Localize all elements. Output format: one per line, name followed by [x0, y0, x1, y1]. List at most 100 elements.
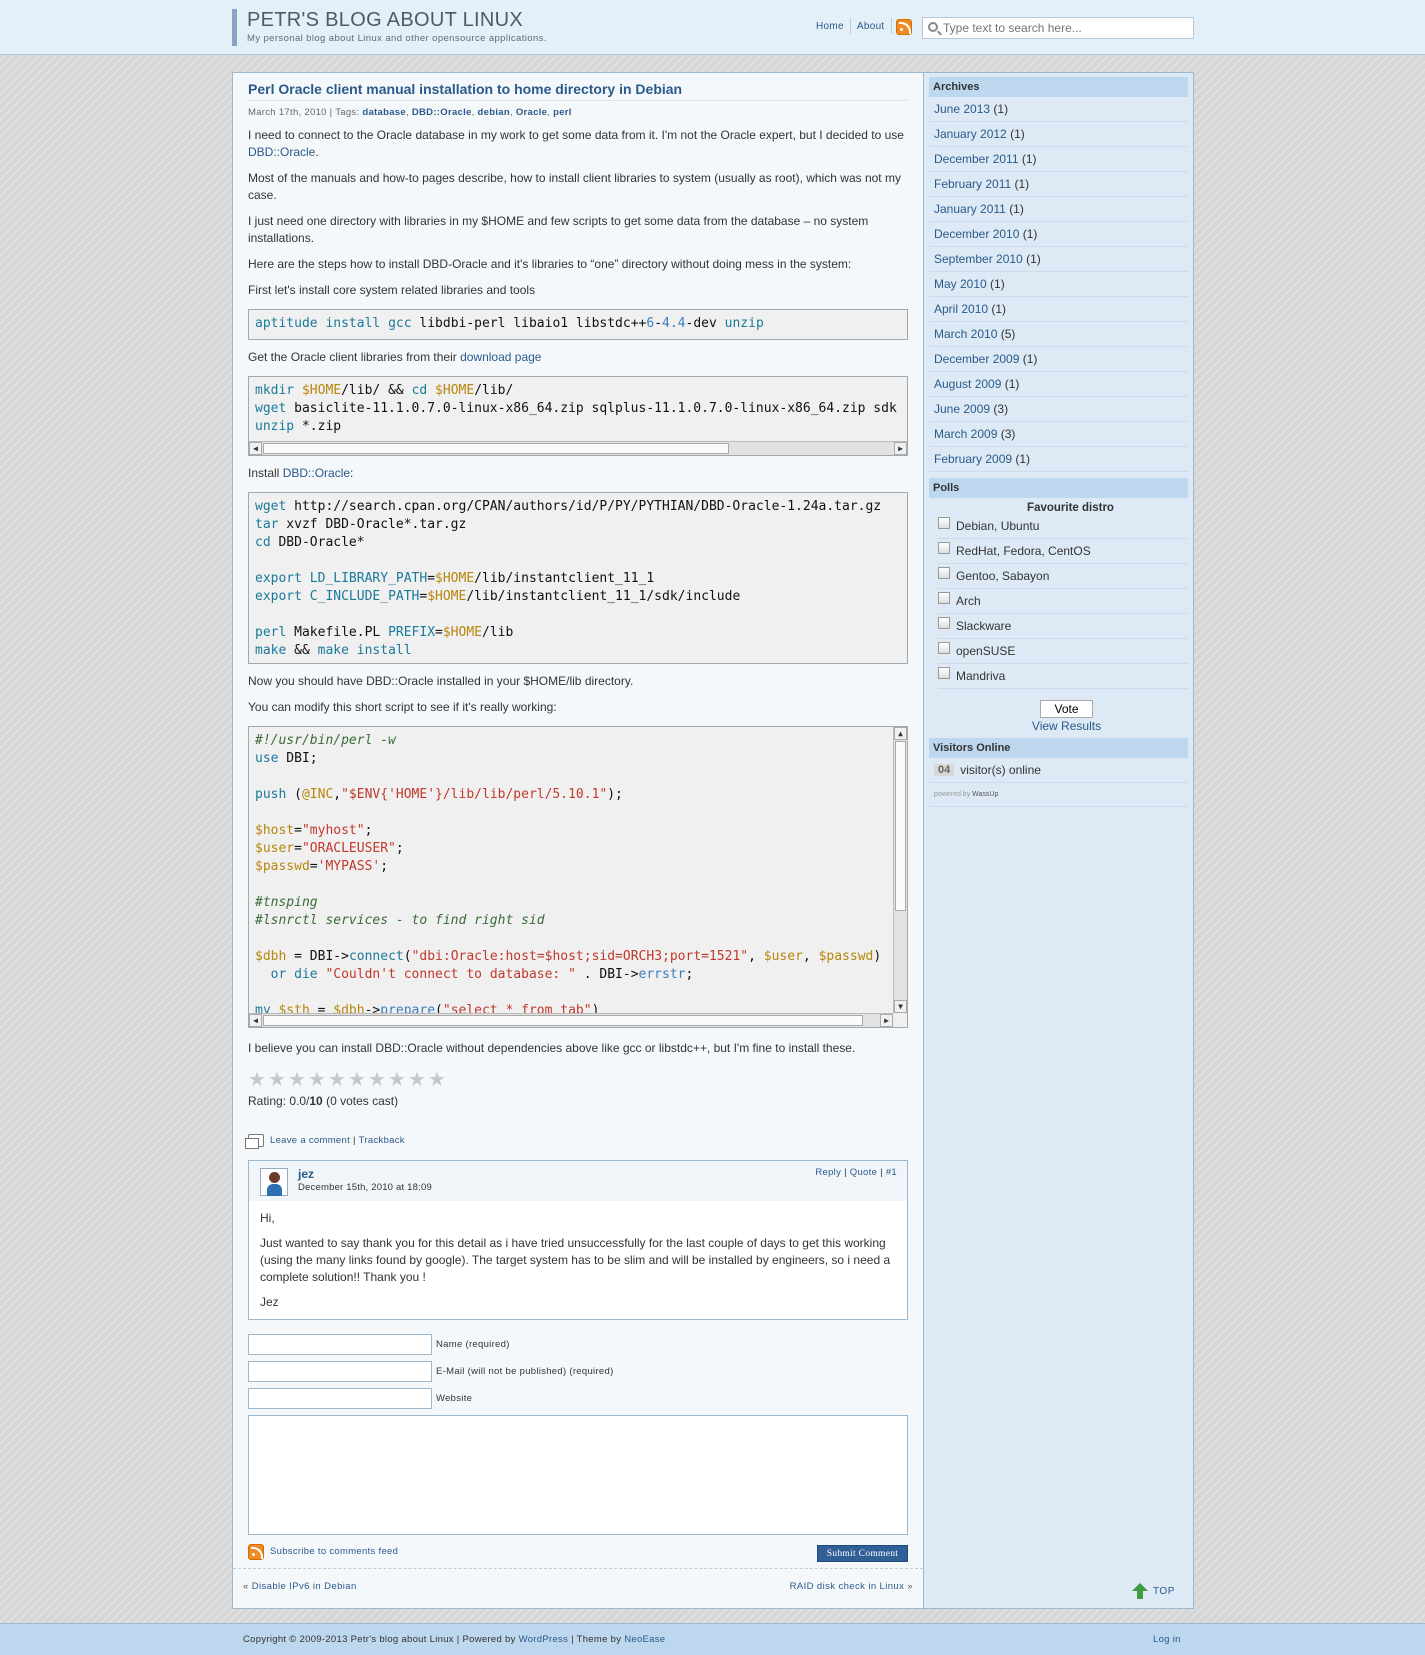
name-input[interactable]: [248, 1334, 432, 1355]
dbd-oracle-link[interactable]: DBD::Oracle: [248, 145, 315, 159]
dbd-oracle-link[interactable]: DBD::Oracle: [283, 466, 350, 480]
archive-link[interactable]: March 2010: [934, 327, 997, 341]
paragraph: Get the Oracle client libraries from the…: [248, 349, 908, 366]
neoease-link[interactable]: NeoEase: [624, 1634, 665, 1645]
top-link[interactable]: TOP: [1153, 1586, 1175, 1597]
archive-link[interactable]: December 2011: [934, 152, 1019, 166]
star-icon[interactable]: ★: [268, 1070, 288, 1090]
trackback-link[interactable]: Trackback: [359, 1135, 405, 1146]
submit-comment-button[interactable]: Submit Comment: [817, 1545, 908, 1562]
reply-link[interactable]: Reply: [815, 1167, 841, 1178]
leave-comment-link[interactable]: Leave a comment: [270, 1135, 350, 1146]
comment-textarea[interactable]: [248, 1415, 908, 1535]
paragraph-text: I need to connect to the Oracle database…: [248, 128, 904, 142]
tag-link[interactable]: perl: [553, 107, 572, 118]
poll-checkbox[interactable]: [938, 517, 950, 529]
archive-link[interactable]: February 2009: [934, 452, 1012, 466]
horizontal-scrollbar[interactable]: ◀ ▶: [249, 1013, 893, 1027]
poll-checkbox[interactable]: [938, 542, 950, 554]
powered-by: powered by WassUp: [929, 783, 1188, 807]
archive-link[interactable]: February 2011: [934, 177, 1011, 191]
tag-link[interactable]: DBD::Oracle: [412, 107, 472, 118]
archive-link[interactable]: May 2010: [934, 277, 987, 291]
scrollbar-thumb[interactable]: [263, 443, 729, 454]
next-post-link[interactable]: RAID disk check in Linux: [790, 1581, 905, 1592]
poll-checkbox[interactable]: [938, 667, 950, 679]
paragraph: First let's install core system related …: [248, 283, 536, 297]
star-icon[interactable]: ★: [328, 1070, 348, 1090]
star-icon[interactable]: ★: [288, 1070, 308, 1090]
archive-item: June 2009 (3): [929, 397, 1188, 422]
star-icon[interactable]: ★: [308, 1070, 328, 1090]
tag-link[interactable]: Oracle: [516, 107, 547, 118]
back-to-top[interactable]: TOP: [1132, 1583, 1175, 1599]
poll-checkbox[interactable]: [938, 567, 950, 579]
scroll-right-icon[interactable]: ▶: [894, 442, 907, 455]
nav-about[interactable]: About: [851, 21, 891, 32]
comment-author[interactable]: jez: [298, 1167, 314, 1181]
tag-link[interactable]: database: [362, 107, 406, 118]
download-page-link[interactable]: download page: [460, 350, 541, 364]
poll-option-label: openSUSE: [956, 644, 1016, 658]
star-icon[interactable]: ★: [408, 1070, 428, 1090]
star-icon[interactable]: ★: [368, 1070, 388, 1090]
arrow-up-icon[interactable]: [1132, 1583, 1148, 1599]
poll-option[interactable]: Mandriva: [938, 664, 1188, 689]
archive-link[interactable]: June 2013: [934, 102, 990, 116]
poll-option[interactable]: Slackware: [938, 614, 1188, 639]
star-icon[interactable]: ★: [348, 1070, 368, 1090]
comment-permalink[interactable]: #1: [886, 1167, 897, 1178]
archive-link[interactable]: December 2010: [934, 227, 1019, 241]
quote-link[interactable]: Quote: [850, 1167, 877, 1178]
tag-link[interactable]: debian: [478, 107, 510, 118]
scrollbar-thumb[interactable]: [263, 1015, 863, 1026]
scrollbar-thumb[interactable]: [895, 741, 906, 911]
search-input[interactable]: [943, 20, 1188, 36]
poll-option[interactable]: Arch: [938, 589, 1188, 614]
poll-checkbox[interactable]: [938, 592, 950, 604]
horizontal-scrollbar[interactable]: ◀ ▶: [249, 441, 907, 455]
wordpress-link[interactable]: WordPress: [519, 1634, 569, 1645]
archive-link[interactable]: January 2012: [934, 127, 1007, 141]
archive-link[interactable]: December 2009: [934, 352, 1019, 366]
email-input[interactable]: [248, 1361, 432, 1382]
scroll-left-icon[interactable]: ◀: [249, 442, 262, 455]
login-link[interactable]: Log in: [1153, 1634, 1181, 1645]
subscribe-comments-link[interactable]: Subscribe to comments feed: [270, 1546, 398, 1557]
website-input[interactable]: [248, 1388, 432, 1409]
star-icon[interactable]: ★: [388, 1070, 408, 1090]
scroll-right-icon[interactable]: ▶: [880, 1014, 893, 1027]
star-rating[interactable]: ★ ★ ★ ★ ★ ★ ★ ★ ★ ★: [248, 1070, 908, 1090]
poll-option[interactable]: Debian, Ubuntu: [938, 514, 1188, 539]
vertical-scrollbar[interactable]: ▲ ▼: [893, 727, 907, 1013]
archive-link[interactable]: September 2010: [934, 252, 1023, 266]
wassup-link[interactable]: WassUp: [972, 791, 998, 798]
poll-option[interactable]: openSUSE: [938, 639, 1188, 664]
archive-count: (1): [1009, 202, 1024, 216]
visitors-online: 04 visitor(s) online: [929, 758, 1188, 783]
archive-item: April 2010 (1): [929, 297, 1188, 322]
rss-feed-icon[interactable]: [896, 19, 912, 35]
vote-button[interactable]: Vote: [1040, 700, 1093, 718]
rss-feed-icon[interactable]: [248, 1544, 264, 1560]
poll-checkbox[interactable]: [938, 617, 950, 629]
archive-link[interactable]: March 2009: [934, 427, 997, 441]
post-date: March 17th, 2010 | Tags:: [248, 107, 363, 118]
poll-checkbox[interactable]: [938, 642, 950, 654]
archive-link[interactable]: January 2011: [934, 202, 1006, 216]
scroll-left-icon[interactable]: ◀: [249, 1014, 262, 1027]
poll-option[interactable]: Gentoo, Sabayon: [938, 564, 1188, 589]
post-title[interactable]: Perl Oracle client manual installation t…: [248, 81, 908, 101]
scroll-down-icon[interactable]: ▼: [894, 1000, 907, 1013]
nav-home[interactable]: Home: [810, 21, 850, 32]
star-icon[interactable]: ★: [248, 1070, 268, 1090]
archive-link[interactable]: June 2009: [934, 402, 990, 416]
star-icon[interactable]: ★: [428, 1070, 448, 1090]
prev-post-link[interactable]: Disable IPv6 in Debian: [252, 1581, 357, 1592]
scroll-up-icon[interactable]: ▲: [894, 727, 907, 740]
archive-link[interactable]: April 2010: [934, 302, 988, 316]
view-results-link[interactable]: View Results: [1032, 719, 1101, 733]
archive-link[interactable]: August 2009: [934, 377, 1001, 391]
poll-option[interactable]: RedHat, Fedora, CentOS: [938, 539, 1188, 564]
site-title[interactable]: PETR'S BLOG ABOUT LINUX: [247, 9, 523, 32]
